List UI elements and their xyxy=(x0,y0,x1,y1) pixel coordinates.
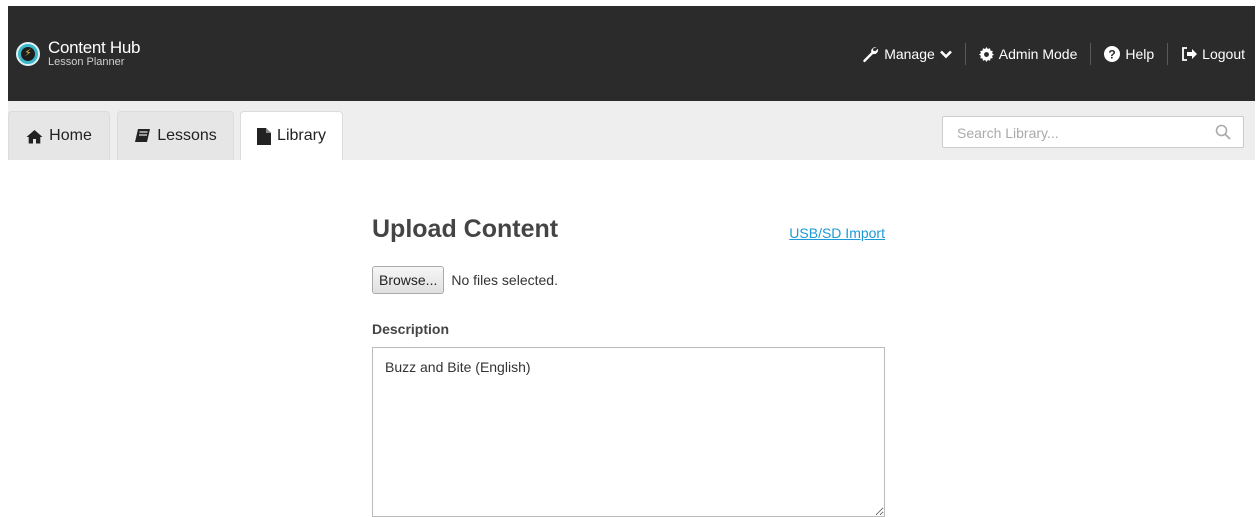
tab-bar: Home Lessons Library xyxy=(8,101,1255,160)
logo-icon: ⚡ xyxy=(16,41,40,66)
file-picker: Browse... No files selected. xyxy=(372,266,558,294)
tab-library[interactable]: Library xyxy=(240,111,343,160)
app-subtitle: Lesson Planner xyxy=(48,56,125,68)
file-status-text: No files selected. xyxy=(451,272,558,288)
app-title: Content Hub xyxy=(48,38,141,57)
help-link[interactable]: ? Help xyxy=(1104,46,1154,62)
search-box xyxy=(942,116,1244,148)
browse-button[interactable]: Browse... xyxy=(372,266,445,294)
home-icon xyxy=(26,129,43,144)
search-icon[interactable] xyxy=(1215,124,1231,145)
description-textarea[interactable]: Buzz and Bite (English) xyxy=(372,347,885,517)
gear-icon xyxy=(978,46,994,62)
svg-text:?: ? xyxy=(1109,48,1116,62)
description-label: Description xyxy=(372,321,450,337)
nav-divider xyxy=(1090,43,1092,65)
nav-divider xyxy=(1167,43,1169,65)
nav-divider xyxy=(964,43,966,65)
page-title: Upload Content xyxy=(372,215,559,243)
usb-sd-import-link[interactable]: USB/SD Import xyxy=(789,225,885,241)
tab-home[interactable]: Home xyxy=(8,111,110,160)
tab-lessons[interactable]: Lessons xyxy=(117,111,234,160)
admin-mode-label: Admin Mode xyxy=(998,46,1078,62)
manage-menu[interactable]: Manage xyxy=(861,45,952,63)
app-header: ⚡ Content Hub Lesson Planner Manage Admi… xyxy=(8,6,1255,101)
admin-mode-link[interactable]: Admin Mode xyxy=(978,46,1078,62)
help-label: Help xyxy=(1125,46,1155,62)
tab-home-label: Home xyxy=(49,127,92,144)
top-nav: Manage Admin Mode ? Help Logout xyxy=(861,43,1245,65)
question-circle-icon: ? xyxy=(1104,46,1121,62)
tab-lessons-label: Lessons xyxy=(157,127,217,144)
book-icon xyxy=(134,128,151,144)
chevron-down-icon xyxy=(939,49,952,59)
file-icon xyxy=(257,127,272,145)
wrench-icon xyxy=(861,45,879,63)
logout-icon xyxy=(1181,47,1198,61)
search-input[interactable] xyxy=(955,118,1219,148)
manage-label: Manage xyxy=(884,46,935,62)
brand[interactable]: ⚡ Content Hub Lesson Planner xyxy=(16,39,140,68)
logout-link[interactable]: Logout xyxy=(1181,46,1245,62)
tab-library-label: Library xyxy=(277,127,326,144)
logout-label: Logout xyxy=(1202,46,1245,62)
